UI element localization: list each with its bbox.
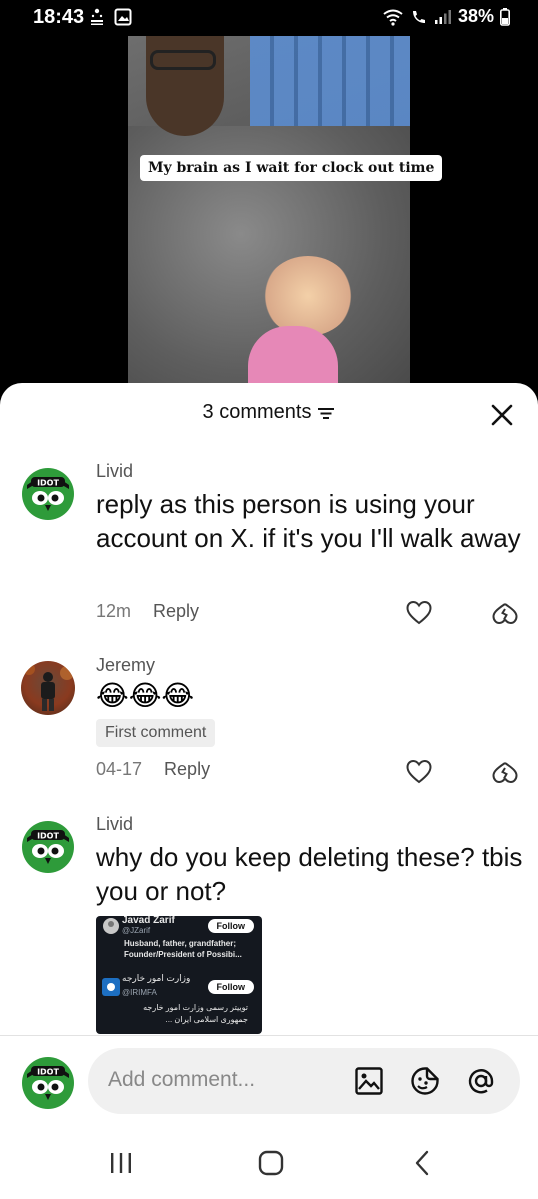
video-doll-hair xyxy=(263,256,353,336)
mention-icon[interactable] xyxy=(466,1066,496,1096)
embed-bio-2: توییتر رسمی وزارت امور خارجه جمهوری اسلا… xyxy=(143,1003,248,1024)
svg-text:IDOT: IDOT xyxy=(37,479,59,488)
comment-text: 😂😂😂 xyxy=(96,680,195,711)
comment-meta: 12m Reply xyxy=(96,601,199,622)
comment-image[interactable]: Javad Zarif @JZarif Follow Husband, fath… xyxy=(96,916,262,1034)
follow-button: Follow xyxy=(207,980,254,994)
like-icon[interactable] xyxy=(406,759,432,785)
dislike-icon[interactable] xyxy=(492,600,518,626)
avatar[interactable]: IDOT xyxy=(21,467,75,521)
comment-username[interactable]: Livid xyxy=(96,814,133,835)
user-photo-icon xyxy=(23,663,74,711)
add-comment-input[interactable]: Add comment... xyxy=(88,1048,520,1114)
svg-text:IDOT: IDOT xyxy=(37,1068,59,1077)
video-person-glasses xyxy=(150,50,216,70)
comment-count-sort[interactable]: 3 comments xyxy=(203,401,336,424)
svg-text:IDOT: IDOT xyxy=(37,832,59,841)
call-icon xyxy=(412,10,425,23)
ministry-logo-icon xyxy=(102,978,120,996)
notification-icon xyxy=(91,8,103,25)
comment-username[interactable]: Livid xyxy=(96,461,133,482)
comment-date: 04-17 xyxy=(96,759,143,779)
sheet-header: 3 comments xyxy=(0,401,538,431)
comments-sheet: 3 comments IDOT Livid reply as this pers… xyxy=(0,383,538,1199)
close-icon[interactable] xyxy=(488,401,516,429)
like-icon[interactable] xyxy=(406,600,432,626)
video-caption: My brain as I wait for clock out time xyxy=(140,155,443,181)
embed-bio-1: Husband, father, grandfather; Founder/Pr… xyxy=(124,939,242,959)
status-time: 18:43 xyxy=(33,6,85,28)
avatar[interactable] xyxy=(21,661,75,715)
status-bar: 18:43 38% xyxy=(0,0,538,36)
comment-count: 3 comments xyxy=(202,401,312,423)
sticker-icon[interactable] xyxy=(410,1066,440,1096)
follow-button: Follow xyxy=(207,919,254,933)
idot-avatar-icon: IDOT xyxy=(22,468,74,520)
first-comment-badge: First comment xyxy=(96,719,216,747)
comment-meta: 04-17 Reply xyxy=(96,759,210,780)
wifi-icon xyxy=(383,9,403,26)
comment-text: reply as this person is using your accou… xyxy=(96,489,521,553)
system-nav-bar xyxy=(0,1130,538,1199)
comment-date: 12m xyxy=(96,601,132,621)
sort-icon[interactable] xyxy=(317,405,335,421)
image-icon[interactable] xyxy=(354,1066,384,1096)
signal-icon xyxy=(434,9,451,24)
profile-avatar-icon xyxy=(103,918,119,934)
idot-avatar-icon: IDOT xyxy=(22,1057,74,1109)
comment-text: why do you keep deleting these? tbis you… xyxy=(96,842,523,906)
video-player[interactable] xyxy=(128,36,410,396)
home-icon[interactable] xyxy=(256,1148,286,1178)
avatar[interactable]: IDOT xyxy=(21,820,75,874)
reply-button[interactable]: Reply xyxy=(153,601,199,622)
image-icon xyxy=(114,8,132,26)
battery-percent: 38% xyxy=(457,6,494,26)
reply-button[interactable]: Reply xyxy=(164,759,210,780)
divider xyxy=(0,1035,538,1036)
add-comment-placeholder: Add comment... xyxy=(108,1068,256,1091)
dislike-icon[interactable] xyxy=(492,759,518,785)
recent-apps-icon[interactable] xyxy=(106,1148,136,1178)
back-icon[interactable] xyxy=(408,1148,438,1178)
comment-username[interactable]: Jeremy xyxy=(96,655,155,676)
idot-avatar-icon: IDOT xyxy=(22,821,74,873)
battery-icon xyxy=(500,7,510,26)
current-user-avatar: IDOT xyxy=(21,1056,75,1110)
